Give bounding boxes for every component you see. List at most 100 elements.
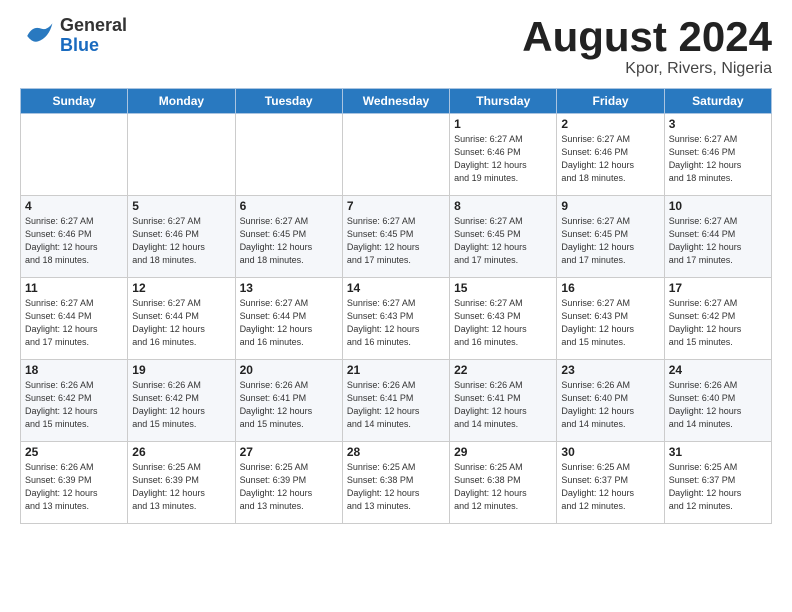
- day-number: 9: [561, 199, 659, 213]
- calendar-cell: 30 Sunrise: 6:25 AM Sunset: 6:37 PM Dayli…: [557, 442, 664, 524]
- day-number: 8: [454, 199, 552, 213]
- day-info: Sunrise: 6:27 AM Sunset: 6:43 PM Dayligh…: [347, 297, 445, 349]
- day-number: 28: [347, 445, 445, 459]
- calendar-cell: 8 Sunrise: 6:27 AM Sunset: 6:45 PM Daylig…: [450, 196, 557, 278]
- calendar-cell: [21, 114, 128, 196]
- weekday-header-sunday: Sunday: [21, 89, 128, 114]
- day-number: 30: [561, 445, 659, 459]
- day-number: 5: [132, 199, 230, 213]
- weekday-header-wednesday: Wednesday: [342, 89, 449, 114]
- logo-general: General: [60, 16, 127, 36]
- day-number: 6: [240, 199, 338, 213]
- calendar-cell: 13 Sunrise: 6:27 AM Sunset: 6:44 PM Dayli…: [235, 278, 342, 360]
- title-month: August 2024: [522, 16, 772, 58]
- day-number: 7: [347, 199, 445, 213]
- calendar-cell: [128, 114, 235, 196]
- calendar-cell: 9 Sunrise: 6:27 AM Sunset: 6:45 PM Daylig…: [557, 196, 664, 278]
- logo-blue: Blue: [60, 36, 127, 56]
- calendar-cell: [235, 114, 342, 196]
- day-number: 4: [25, 199, 123, 213]
- day-number: 21: [347, 363, 445, 377]
- day-info: Sunrise: 6:27 AM Sunset: 6:46 PM Dayligh…: [132, 215, 230, 267]
- day-info: Sunrise: 6:26 AM Sunset: 6:40 PM Dayligh…: [669, 379, 767, 431]
- week-row-1: 1Sunrise: 6:27 AM Sunset: 6:46 PM Daylig…: [21, 114, 772, 196]
- calendar-cell: [342, 114, 449, 196]
- calendar-cell: 3Sunrise: 6:27 AM Sunset: 6:46 PM Daylig…: [664, 114, 771, 196]
- day-info: Sunrise: 6:26 AM Sunset: 6:41 PM Dayligh…: [347, 379, 445, 431]
- day-info: Sunrise: 6:26 AM Sunset: 6:42 PM Dayligh…: [132, 379, 230, 431]
- day-number: 10: [669, 199, 767, 213]
- day-info: Sunrise: 6:25 AM Sunset: 6:37 PM Dayligh…: [561, 461, 659, 513]
- day-info: Sunrise: 6:27 AM Sunset: 6:44 PM Dayligh…: [240, 297, 338, 349]
- calendar-cell: 11 Sunrise: 6:27 AM Sunset: 6:44 PM Dayli…: [21, 278, 128, 360]
- week-row-2: 4 Sunrise: 6:27 AM Sunset: 6:46 PM Daylig…: [21, 196, 772, 278]
- day-number: 22: [454, 363, 552, 377]
- calendar-cell: 5 Sunrise: 6:27 AM Sunset: 6:46 PM Daylig…: [128, 196, 235, 278]
- calendar-cell: 16 Sunrise: 6:27 AM Sunset: 6:43 PM Dayli…: [557, 278, 664, 360]
- day-number: 16: [561, 281, 659, 295]
- day-info: Sunrise: 6:27 AM Sunset: 6:43 PM Dayligh…: [561, 297, 659, 349]
- day-info: Sunrise: 6:27 AM Sunset: 6:45 PM Dayligh…: [240, 215, 338, 267]
- day-info: Sunrise: 6:26 AM Sunset: 6:42 PM Dayligh…: [25, 379, 123, 431]
- day-number: 14: [347, 281, 445, 295]
- header: General Blue August 2024 Kpor, Rivers, N…: [20, 16, 772, 78]
- week-row-3: 11 Sunrise: 6:27 AM Sunset: 6:44 PM Dayli…: [21, 278, 772, 360]
- calendar-table: SundayMondayTuesdayWednesdayThursdayFrid…: [20, 88, 772, 524]
- day-info: Sunrise: 6:27 AM Sunset: 6:45 PM Dayligh…: [454, 215, 552, 267]
- calendar-cell: 29 Sunrise: 6:25 AM Sunset: 6:38 PM Dayli…: [450, 442, 557, 524]
- weekday-header-monday: Monday: [128, 89, 235, 114]
- page: General Blue August 2024 Kpor, Rivers, N…: [0, 0, 792, 612]
- calendar-cell: 18Sunrise: 6:26 AM Sunset: 6:42 PM Dayli…: [21, 360, 128, 442]
- title-location: Kpor, Rivers, Nigeria: [522, 60, 772, 78]
- day-number: 24: [669, 363, 767, 377]
- calendar-cell: 10 Sunrise: 6:27 AM Sunset: 6:44 PM Dayli…: [664, 196, 771, 278]
- day-number: 23: [561, 363, 659, 377]
- day-info: Sunrise: 6:25 AM Sunset: 6:38 PM Dayligh…: [347, 461, 445, 513]
- calendar-cell: 14 Sunrise: 6:27 AM Sunset: 6:43 PM Dayli…: [342, 278, 449, 360]
- day-number: 2: [561, 117, 659, 131]
- day-number: 31: [669, 445, 767, 459]
- calendar-cell: 27Sunrise: 6:25 AM Sunset: 6:39 PM Dayli…: [235, 442, 342, 524]
- day-info: Sunrise: 6:25 AM Sunset: 6:39 PM Dayligh…: [240, 461, 338, 513]
- day-number: 15: [454, 281, 552, 295]
- day-info: Sunrise: 6:27 AM Sunset: 6:42 PM Dayligh…: [669, 297, 767, 349]
- day-info: Sunrise: 6:27 AM Sunset: 6:43 PM Dayligh…: [454, 297, 552, 349]
- day-info: Sunrise: 6:27 AM Sunset: 6:45 PM Dayligh…: [347, 215, 445, 267]
- calendar-cell: 20Sunrise: 6:26 AM Sunset: 6:41 PM Dayli…: [235, 360, 342, 442]
- day-info: Sunrise: 6:27 AM Sunset: 6:46 PM Dayligh…: [561, 133, 659, 185]
- logo-icon: [20, 18, 56, 54]
- logo-text: General Blue: [60, 16, 127, 56]
- calendar-cell: 23 Sunrise: 6:26 AM Sunset: 6:40 PM Dayli…: [557, 360, 664, 442]
- day-info: Sunrise: 6:27 AM Sunset: 6:46 PM Dayligh…: [454, 133, 552, 185]
- day-info: Sunrise: 6:27 AM Sunset: 6:44 PM Dayligh…: [25, 297, 123, 349]
- calendar-cell: 21 Sunrise: 6:26 AM Sunset: 6:41 PM Dayli…: [342, 360, 449, 442]
- day-info: Sunrise: 6:26 AM Sunset: 6:39 PM Dayligh…: [25, 461, 123, 513]
- day-info: Sunrise: 6:27 AM Sunset: 6:44 PM Dayligh…: [132, 297, 230, 349]
- weekday-header-friday: Friday: [557, 89, 664, 114]
- day-number: 29: [454, 445, 552, 459]
- day-number: 13: [240, 281, 338, 295]
- day-number: 3: [669, 117, 767, 131]
- day-number: 17: [669, 281, 767, 295]
- calendar-cell: 4Sunrise: 6:27 AM Sunset: 6:46 PM Daylig…: [21, 196, 128, 278]
- day-info: Sunrise: 6:26 AM Sunset: 6:40 PM Dayligh…: [561, 379, 659, 431]
- calendar-cell: 28 Sunrise: 6:25 AM Sunset: 6:38 PM Dayli…: [342, 442, 449, 524]
- calendar-cell: 24 Sunrise: 6:26 AM Sunset: 6:40 PM Dayli…: [664, 360, 771, 442]
- calendar-cell: 2 Sunrise: 6:27 AM Sunset: 6:46 PM Daylig…: [557, 114, 664, 196]
- day-info: Sunrise: 6:26 AM Sunset: 6:41 PM Dayligh…: [240, 379, 338, 431]
- calendar-cell: 22 Sunrise: 6:26 AM Sunset: 6:41 PM Dayli…: [450, 360, 557, 442]
- day-number: 25: [25, 445, 123, 459]
- calendar-cell: 1Sunrise: 6:27 AM Sunset: 6:46 PM Daylig…: [450, 114, 557, 196]
- day-number: 12: [132, 281, 230, 295]
- week-row-5: 25 Sunrise: 6:26 AM Sunset: 6:39 PM Dayli…: [21, 442, 772, 524]
- day-number: 11: [25, 281, 123, 295]
- day-number: 26: [132, 445, 230, 459]
- day-info: Sunrise: 6:27 AM Sunset: 6:44 PM Dayligh…: [669, 215, 767, 267]
- day-info: Sunrise: 6:27 AM Sunset: 6:45 PM Dayligh…: [561, 215, 659, 267]
- day-info: Sunrise: 6:25 AM Sunset: 6:38 PM Dayligh…: [454, 461, 552, 513]
- weekday-header-saturday: Saturday: [664, 89, 771, 114]
- day-info: Sunrise: 6:25 AM Sunset: 6:39 PM Dayligh…: [132, 461, 230, 513]
- day-number: 19: [132, 363, 230, 377]
- day-info: Sunrise: 6:26 AM Sunset: 6:41 PM Dayligh…: [454, 379, 552, 431]
- weekday-header-thursday: Thursday: [450, 89, 557, 114]
